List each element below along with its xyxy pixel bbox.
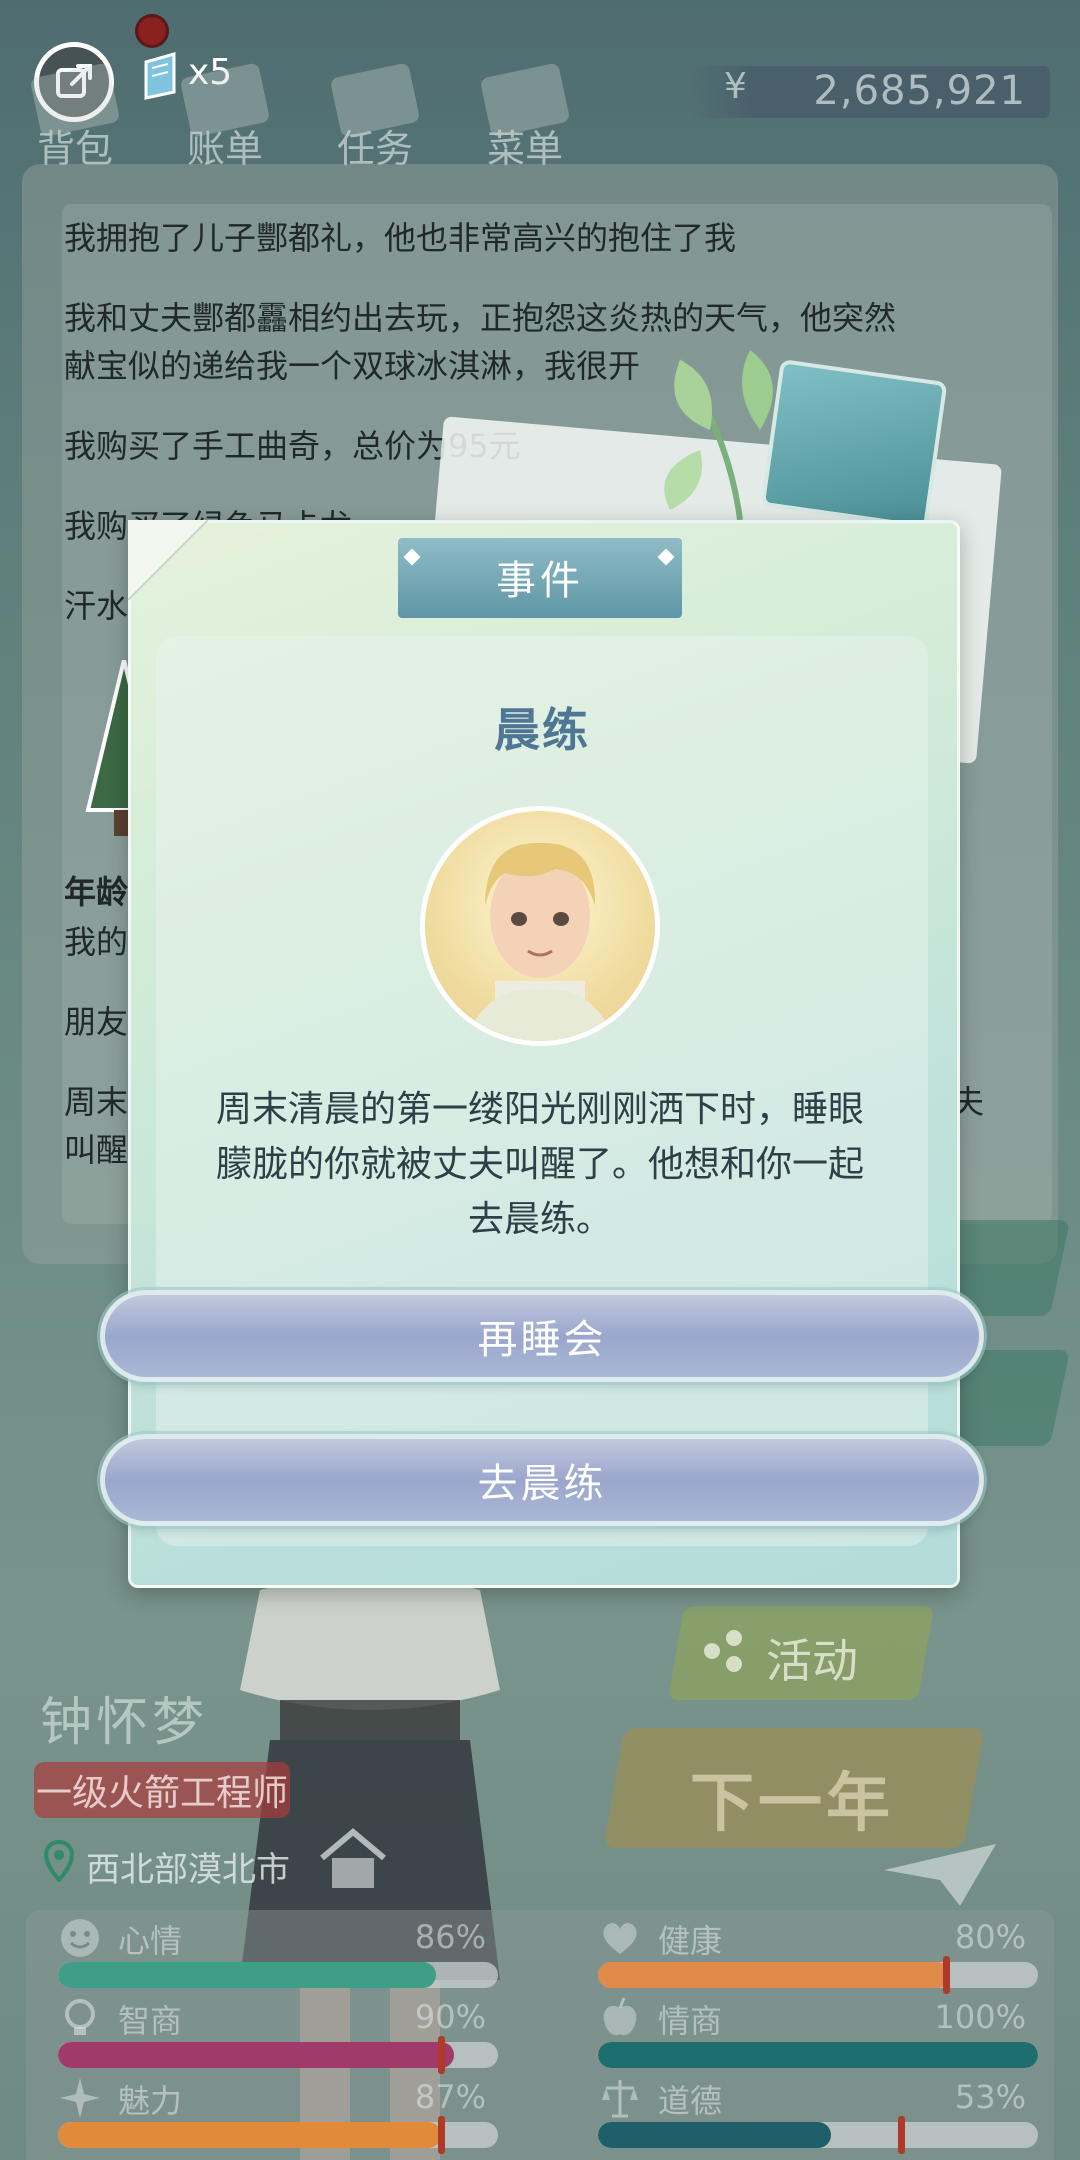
- home-icon[interactable]: [318, 1828, 388, 1890]
- log-line: 叫醒: [64, 1131, 129, 1169]
- log-line: 我拥抱了儿子酆都礼，他也非常高兴的抱住了我: [64, 219, 737, 257]
- log-line: 汗水: [64, 587, 129, 625]
- scales-icon: [602, 2080, 638, 2118]
- stat-value: 87%: [414, 2078, 486, 2116]
- stat-bar: [598, 1962, 1038, 1988]
- stat-health: 健康 80%: [598, 1916, 1038, 1994]
- apple-icon: [603, 1997, 637, 2036]
- stat-name: 魅力: [118, 2082, 183, 2120]
- activity-label: 活动: [766, 1634, 858, 1688]
- nav-backpack[interactable]: 背包: [20, 62, 130, 173]
- stat-marker: [438, 2036, 445, 2074]
- stat-mood: 心情 86%: [58, 1916, 498, 1988]
- stat-bar-fill: [598, 2122, 832, 2148]
- stat-value: 80%: [954, 1918, 1026, 1956]
- log-line: 我的: [64, 923, 129, 961]
- page-fold-corner: [128, 520, 208, 600]
- next-year-label: 下一年: [690, 1767, 894, 1841]
- stat-name: 健康: [658, 1922, 723, 1960]
- stat-marker: [438, 2116, 445, 2154]
- location-label: 西北部漠北市: [86, 1850, 290, 1890]
- log-line: 年龄: [64, 873, 129, 911]
- heart-icon: [603, 1922, 637, 1954]
- lightbulb-icon: [65, 1999, 95, 2035]
- stat-charm: 魅力 87%: [58, 2076, 498, 2154]
- stat-bar: [58, 1962, 498, 1988]
- money-amount: 2,685,921: [813, 68, 1026, 114]
- stat-value: 90%: [414, 1998, 486, 2036]
- paper-plane-icon: [884, 1844, 996, 1906]
- stat-bar-fill: [58, 2122, 441, 2148]
- choice-go-exercise-button[interactable]: 去晨练: [100, 1434, 984, 1526]
- sparkle-icon: [60, 2078, 100, 2118]
- husband-avatar: [420, 806, 660, 1046]
- stat-eq: 情商 100%: [598, 1996, 1038, 2068]
- choice-sleep-more-button[interactable]: 再睡会: [100, 1290, 984, 1382]
- dialog-header: 事件: [496, 558, 584, 604]
- nav-tasks[interactable]: 任务: [320, 62, 430, 173]
- stat-value: 53%: [954, 2078, 1026, 2116]
- stat-value: 86%: [414, 1918, 486, 1956]
- stat-name: 情商: [658, 2002, 723, 2040]
- stat-bar-fill: [58, 2042, 454, 2068]
- stat-name: 心情: [118, 1922, 183, 1960]
- nav-bills[interactable]: 账单: [170, 62, 280, 173]
- top-bar: x5 背包 账单 任务 菜单 ¥ 2,685,921: [0, 0, 1080, 171]
- event-title: 晨练: [494, 703, 590, 757]
- character-name: 钟怀梦: [40, 1693, 209, 1753]
- log-line: 献宝似的递给我一个双球冰淇淋，我很开: [64, 347, 641, 385]
- stat-bar-fill: [58, 1962, 437, 1988]
- job-title: 一级火箭工程师: [36, 1773, 289, 1814]
- stat-bar: [598, 2122, 1038, 2148]
- husband-portrait: [465, 842, 615, 1041]
- stat-name: 智商: [118, 2002, 183, 2040]
- log-line: 朋友: [64, 1003, 129, 1041]
- location-pin-icon: [44, 1840, 74, 1882]
- stat-marker: [898, 2116, 905, 2154]
- log-line: 周末: [64, 1083, 129, 1121]
- stat-iq: 智商 90%: [58, 1996, 498, 2074]
- stat-morality: 道德 53%: [598, 2076, 1038, 2154]
- stat-marker: [943, 1956, 950, 1994]
- nav-menu[interactable]: 菜单: [470, 62, 580, 173]
- choice-label: 再睡会: [477, 1317, 607, 1363]
- stat-name: 道德: [658, 2082, 723, 2120]
- stat-bar-fill: [598, 2042, 1038, 2068]
- note-card-decoration: [760, 359, 948, 529]
- stat-bar: [598, 2042, 1038, 2068]
- stat-bar-fill: [598, 1962, 950, 1988]
- notification-dot: [135, 14, 169, 48]
- stat-bar: [58, 2042, 498, 2068]
- stat-value: 100%: [934, 1998, 1026, 2036]
- event-description: 周末清晨的第一缕阳光刚刚洒下时，睡眼朦胧的你就被丈夫叫醒了。他想和你一起去晨练。: [215, 1089, 864, 1240]
- choice-label: 去晨练: [477, 1461, 607, 1507]
- currency-symbol: ¥: [724, 66, 747, 107]
- smile-icon: [61, 1919, 99, 1957]
- stat-bar: [58, 2122, 498, 2148]
- share-nodes-icon: [704, 1630, 742, 1672]
